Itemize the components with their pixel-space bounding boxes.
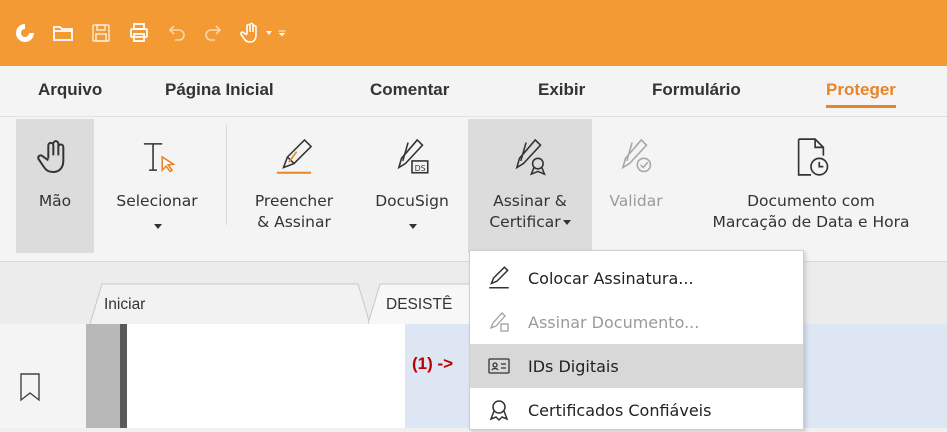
doc-tab-iniciar-label: Iniciar	[104, 296, 146, 313]
redo-icon[interactable]	[198, 18, 228, 48]
menu-item-label: Colocar Assinatura...	[528, 268, 694, 288]
menu-item-label: Certificados Confiáveis	[528, 400, 712, 420]
tab-pagina-inicial[interactable]: Página Inicial	[165, 80, 274, 100]
fill-sign-button[interactable]: Preencher & Assinar	[236, 119, 352, 253]
timestamp-document-label: Documento com Marcação de Data e Hora	[712, 192, 910, 231]
ribbon-separator	[226, 125, 227, 225]
tab-formulario[interactable]: Formulário	[652, 80, 741, 100]
tab-comentar[interactable]: Comentar	[370, 80, 449, 100]
menu-item-label: IDs Digitais	[528, 356, 619, 376]
sign-certify-pen-icon	[506, 133, 554, 181]
quick-access-toolbar	[0, 0, 947, 66]
select-button[interactable]: Selecionar	[98, 119, 216, 253]
side-panel	[0, 324, 87, 428]
svg-text:DS: DS	[415, 164, 426, 173]
sign-certify-button[interactable]: Assinar & Certificar	[468, 119, 592, 253]
docusign-chevron-down-icon[interactable]	[407, 216, 417, 235]
select-chevron-down-icon[interactable]	[152, 216, 162, 235]
fill-sign-label: Preencher & Assinar	[254, 192, 334, 231]
menu-tabs-bar: Arquivo Página Inicial Comentar Exibir F…	[0, 66, 947, 117]
hand-icon	[31, 133, 79, 181]
sign-document-icon	[470, 310, 528, 334]
tab-exibir[interactable]: Exibir	[538, 80, 585, 100]
tab-proteger[interactable]: Proteger	[826, 80, 896, 108]
validate-pen-icon	[612, 133, 660, 181]
save-icon[interactable]	[86, 18, 116, 48]
timestamp-document-button[interactable]: Documento com Marcação de Data e Hora	[682, 119, 940, 253]
customize-qab-icon[interactable]	[274, 18, 290, 48]
menu-item-digital-ids[interactable]: IDs Digitais	[470, 344, 803, 388]
doc-tab-desiste-label: DESISTÊ	[386, 296, 453, 313]
docusign-button[interactable]: DS DocuSign	[360, 119, 464, 253]
tab-arquivo[interactable]: Arquivo	[38, 80, 102, 100]
open-folder-icon[interactable]	[48, 18, 78, 48]
undo-icon[interactable]	[162, 18, 192, 48]
timestamp-document-icon	[787, 133, 835, 181]
menu-item-place-signature[interactable]: Colocar Assinatura...	[470, 256, 803, 300]
menu-item-label: Assinar Documento...	[528, 312, 700, 332]
sign-certify-chevron-down-icon[interactable]	[562, 220, 571, 225]
hand-tool-button[interactable]: Mão	[16, 119, 94, 253]
sign-certify-label: Assinar & Certificar	[489, 191, 571, 233]
hand-tool-label: Mão	[38, 192, 72, 210]
fill-sign-pen-icon	[270, 133, 318, 181]
select-label: Selecionar	[116, 192, 198, 210]
document-page	[120, 324, 417, 428]
bookmark-icon[interactable]	[18, 372, 42, 406]
doc-tab-desiste[interactable]: DESISTÊ	[368, 282, 478, 324]
app-logo-icon	[10, 18, 40, 48]
select-text-icon	[133, 133, 181, 181]
digital-id-card-icon	[470, 357, 528, 375]
annotation-arrow-label: (1) ->	[412, 354, 454, 373]
docusign-label: DocuSign	[375, 192, 449, 210]
sign-certify-dropdown-menu: Colocar Assinatura... Assinar Documento.…	[469, 250, 804, 430]
ribbon: Mão Selecionar Preencher & Assinar DS Doc…	[0, 117, 947, 262]
certificate-ribbon-icon	[470, 398, 528, 422]
menu-item-sign-document[interactable]: Assinar Documento...	[470, 300, 803, 344]
validate-button[interactable]: Validar	[596, 119, 676, 253]
place-signature-icon	[470, 265, 528, 291]
menu-item-trusted-certificates[interactable]: Certificados Confiáveis	[470, 388, 803, 432]
doc-tab-iniciar[interactable]: Iniciar	[90, 282, 370, 324]
docusign-pen-icon: DS	[388, 133, 436, 181]
print-icon[interactable]	[124, 18, 154, 48]
validate-label: Validar	[609, 192, 663, 210]
